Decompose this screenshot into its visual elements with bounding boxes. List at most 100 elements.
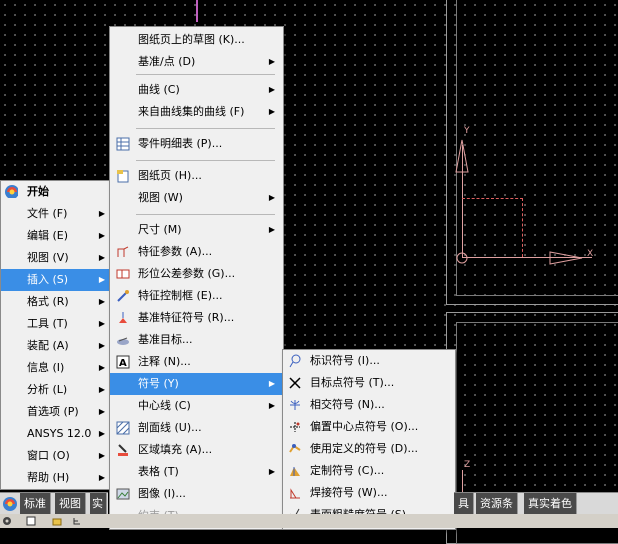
symbol-menu-item-label: 定制符号 (C)... bbox=[310, 464, 385, 477]
start-menu-item-label: 工具 (T) bbox=[27, 317, 68, 330]
insert-menu-item-19[interactable]: 图像 (I)... bbox=[110, 483, 283, 505]
app-logo-icon bbox=[3, 497, 17, 511]
menu-separator bbox=[136, 74, 275, 75]
tree-icon[interactable] bbox=[72, 516, 82, 526]
start-menu-item-label: 首选项 (P) bbox=[27, 405, 79, 418]
submenu-arrow-icon: ▶ bbox=[98, 275, 105, 284]
submenu-arrow-icon: ▶ bbox=[98, 209, 105, 218]
submenu-arrow-icon: ▶ bbox=[98, 341, 105, 350]
insert-menu-item-label: 特征控制框 (E)... bbox=[138, 289, 223, 302]
insert-menu-item-14[interactable]: 符号 (Y) ▶ bbox=[110, 373, 283, 395]
start-menu-item-9[interactable]: 首选项 (P) ▶ bbox=[1, 401, 109, 423]
insert-menu-item-label: 曲线 (C) bbox=[138, 83, 180, 96]
submenu-arrow-icon: ▶ bbox=[98, 451, 105, 460]
gear-icon[interactable] bbox=[2, 516, 12, 526]
y-axis-label: Y bbox=[464, 126, 470, 136]
target-point-icon bbox=[289, 377, 301, 389]
insert-menu-item-7[interactable]: 尺寸 (M) ▶ bbox=[110, 219, 283, 241]
start-logo-icon bbox=[5, 185, 18, 198]
symbol-menu-item-label: 相交符号 (N)... bbox=[310, 398, 385, 411]
insert-menu-item-9[interactable]: 形位公差参数 (G)... bbox=[110, 263, 283, 285]
insert-menu-item-4[interactable]: 零件明细表 (P)... bbox=[110, 133, 283, 155]
start-menu: 开始 文件 (F) ▶ 编辑 (E) ▶ 视图 (V) ▶ 插入 (S) ▶ 格式 (R) ▶ 工具… bbox=[0, 180, 110, 490]
tab-view[interactable]: 视图 bbox=[55, 493, 86, 515]
tab-partial[interactable]: 实 bbox=[90, 493, 107, 515]
symbol-menu-item-2[interactable]: 相交符号 (N)... bbox=[283, 394, 455, 416]
insert-menu-item-17[interactable]: 区域填充 (A)... bbox=[110, 439, 283, 461]
insert-menu-item-label: 图像 (I)... bbox=[138, 487, 186, 500]
start-menu-item-10[interactable]: ANSYS 12.0 ▶ bbox=[1, 423, 109, 445]
folder-icon[interactable] bbox=[52, 516, 62, 526]
x-arrow-icon bbox=[549, 251, 583, 265]
start-menu-item-label: ANSYS 12.0 bbox=[27, 427, 92, 440]
insert-menu-item-3[interactable]: 来自曲线集的曲线 (F) ▶ bbox=[110, 101, 283, 123]
insert-menu-item-15[interactable]: 中心线 (C) ▶ bbox=[110, 395, 283, 417]
table-icon[interactable] bbox=[26, 516, 36, 526]
submenu-arrow-icon: ▶ bbox=[268, 107, 275, 116]
insert-menu-item-label: 区域填充 (A)... bbox=[138, 443, 213, 456]
insert-menu-item-label: 零件明细表 (P)... bbox=[138, 137, 223, 150]
symbol-menu-item-3[interactable]: 偏置中心点符号 (O)... bbox=[283, 416, 455, 438]
insert-menu-item-0[interactable]: 图纸页上的草图 (K)... bbox=[110, 29, 283, 51]
start-menu-item-2[interactable]: 视图 (V) ▶ bbox=[1, 247, 109, 269]
tab-standard[interactable]: 标准 bbox=[20, 493, 51, 515]
start-menu-item-8[interactable]: 分析 (L) ▶ bbox=[1, 379, 109, 401]
symbol-menu-item-6[interactable]: 焊接符号 (W)... bbox=[283, 482, 455, 504]
start-menu-item-label: 窗口 (O) bbox=[27, 449, 70, 462]
start-menu-item-3[interactable]: 插入 (S) ▶ bbox=[1, 269, 109, 291]
submenu-arrow-icon: ▶ bbox=[98, 407, 105, 416]
start-menu-item-6[interactable]: 装配 (A) ▶ bbox=[1, 335, 109, 357]
insert-menu-item-6[interactable]: 视图 (W) ▶ bbox=[110, 187, 283, 209]
start-menu-item-5[interactable]: 工具 (T) ▶ bbox=[1, 313, 109, 335]
offset-center-point-icon bbox=[290, 422, 300, 432]
tab-tools-partial[interactable]: 具 bbox=[454, 493, 474, 515]
start-menu-item-1[interactable]: 编辑 (E) ▶ bbox=[1, 225, 109, 247]
feature-parameter-icon bbox=[117, 246, 129, 257]
insert-menu-item-label: 特征参数 (A)... bbox=[138, 245, 213, 258]
insert-menu-item-11[interactable]: 基准特征符号 (R)... bbox=[110, 307, 283, 329]
insert-menu-item-18[interactable]: 表格 (T) ▶ bbox=[110, 461, 283, 483]
svg-text:A: A bbox=[119, 358, 127, 369]
insert-menu-item-label: 中心线 (C) bbox=[138, 399, 191, 412]
resource-tabbar-left: 标准 视图 实 bbox=[0, 492, 108, 515]
tab-true-shading[interactable]: 真实着色 bbox=[524, 493, 577, 515]
start-menu-item-12[interactable]: 帮助 (H) ▶ bbox=[1, 467, 109, 489]
start-menu-item-0[interactable]: 文件 (F) ▶ bbox=[1, 203, 109, 225]
start-menu-item-4[interactable]: 格式 (R) ▶ bbox=[1, 291, 109, 313]
dashed-box bbox=[462, 198, 523, 257]
submenu-arrow-icon: ▶ bbox=[268, 57, 275, 66]
resource-tabbar-right: 具 资源条 真实着色 bbox=[454, 492, 618, 515]
symbol-menu-item-5[interactable]: 定制符号 (C)... bbox=[283, 460, 455, 482]
feature-control-frame-icon bbox=[117, 290, 129, 302]
start-menu-item-label: 格式 (R) bbox=[27, 295, 69, 308]
start-menu-item-7[interactable]: 信息 (I) ▶ bbox=[1, 357, 109, 379]
start-menu-item-label: 帮助 (H) bbox=[27, 471, 70, 484]
selection-line bbox=[196, 0, 198, 22]
insert-menu-item-10[interactable]: 特征控制框 (E)... bbox=[110, 285, 283, 307]
insert-menu-item-13[interactable]: A 注释 (N)... bbox=[110, 351, 283, 373]
start-menu-header[interactable]: 开始 bbox=[1, 181, 109, 203]
insert-menu-item-8[interactable]: 特征参数 (A)... bbox=[110, 241, 283, 263]
symbol-menu-item-0[interactable]: 标识符号 (I)... bbox=[283, 350, 455, 372]
insert-menu-item-label: 基准/点 (D) bbox=[138, 55, 196, 68]
insert-menu-item-12[interactable]: 基准目标... bbox=[110, 329, 283, 351]
z-axis-label: Z bbox=[464, 460, 471, 470]
insert-menu-item-5[interactable]: 图纸页 (H)... bbox=[110, 165, 283, 187]
insert-menu-item-2[interactable]: 曲线 (C) ▶ bbox=[110, 79, 283, 101]
tab-resource-bar[interactable]: 资源条 bbox=[476, 493, 518, 515]
y-arrow-icon bbox=[455, 139, 469, 173]
insert-menu-item-16[interactable]: 剖面线 (U)... bbox=[110, 417, 283, 439]
submenu-arrow-icon: ▶ bbox=[98, 473, 105, 482]
insert-menu-item-1[interactable]: 基准/点 (D) ▶ bbox=[110, 51, 283, 73]
symbol-menu-item-1[interactable]: 目标点符号 (T)... bbox=[283, 372, 455, 394]
datum-target-icon bbox=[117, 337, 129, 345]
symbol-menu-item-4[interactable]: 使用定义的符号 (D)... bbox=[283, 438, 455, 460]
start-menu-item-11[interactable]: 窗口 (O) ▶ bbox=[1, 445, 109, 467]
note-icon: A bbox=[116, 355, 130, 369]
symbol-menu-item-label: 焊接符号 (W)... bbox=[310, 486, 388, 499]
image-icon bbox=[116, 488, 130, 500]
start-menu-title: 开始 bbox=[27, 185, 49, 198]
insert-menu-item-label: 形位公差参数 (G)... bbox=[138, 267, 236, 280]
submenu-arrow-icon: ▶ bbox=[268, 193, 275, 202]
start-menu-item-label: 信息 (I) bbox=[27, 361, 65, 374]
